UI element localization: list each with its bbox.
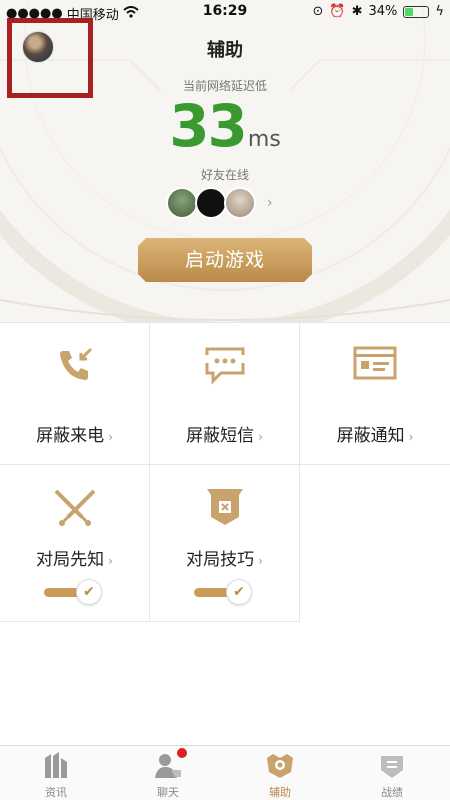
chevron-right-icon[interactable]: › [267,195,273,211]
notification-badge [177,748,187,758]
latency-unit: ms [247,127,281,152]
feature-label: 对局先知 › [36,550,113,570]
rotation-lock-icon: ⊙ [312,4,324,19]
battery-icon [403,5,430,18]
friend-avatar[interactable] [224,187,256,219]
latency-display: 33ms [0,92,450,160]
alarm-icon: ⏰ [329,4,346,19]
chevron-right-icon: › [108,554,113,568]
match-forecast-toggle[interactable]: ✔ [44,579,102,605]
match-tips-toggle[interactable]: ✔ [194,579,252,605]
friend-avatar[interactable] [195,187,227,219]
feature-block-calls[interactable]: 屏蔽来电 › [0,322,150,465]
friends-online-list[interactable]: › [166,187,273,219]
battery-percent: 34% [368,4,398,19]
tab-bar: 资讯 聊天 辅助 战绩 [0,745,450,800]
checkmark-icon: ✔ [76,579,102,605]
crossed-swords-icon [52,487,98,533]
chat-icon [153,748,187,780]
notification-card-icon [352,345,398,387]
feature-block-match-tips[interactable]: 对局技巧 › ✔ [150,465,300,622]
feature-label: 屏蔽通知 › [336,426,414,446]
message-icon [202,345,247,389]
friends-online-label: 好友在线 [200,168,249,182]
page-title: 辅助 [207,40,243,61]
feature-block-sms[interactable]: 屏蔽短信 › [150,322,300,465]
feature-block-match-forecast[interactable]: 对局先知 › ✔ [0,465,150,622]
friend-avatar[interactable] [166,187,198,219]
bluetooth-icon: ✱ [351,4,363,19]
feature-block-notifications[interactable]: 屏蔽通知 › [300,322,450,465]
charging-icon: ϟ [435,4,444,19]
tab-assist[interactable]: 辅助 [224,750,336,800]
chevron-right-icon: › [258,430,263,444]
feature-label: 屏蔽短信 › [186,426,263,446]
tab-record[interactable]: 战绩 [336,750,448,800]
feature-label: 对局技巧 › [186,550,263,570]
tab-chat[interactable]: 聊天 [112,748,224,800]
feature-label: 屏蔽来电 › [36,426,113,446]
start-game-button[interactable]: 启动游戏 [138,238,312,282]
header: ●●●●● 中国移动 16:29 ⊙ ⏰ ✱ 34% ϟ 辅助 当前网络延迟低 … [0,0,450,322]
record-icon [377,750,407,780]
assist-icon [265,750,295,780]
tab-news[interactable]: 资讯 [0,750,112,800]
banner-icon [205,487,245,533]
news-icon [41,750,71,780]
chevron-right-icon: › [408,430,414,444]
latency-value: 33 [169,92,248,160]
phone-incoming-icon [55,345,95,389]
checkmark-icon: ✔ [226,579,252,605]
chevron-right-icon: › [258,554,263,568]
chevron-right-icon: › [108,430,113,444]
